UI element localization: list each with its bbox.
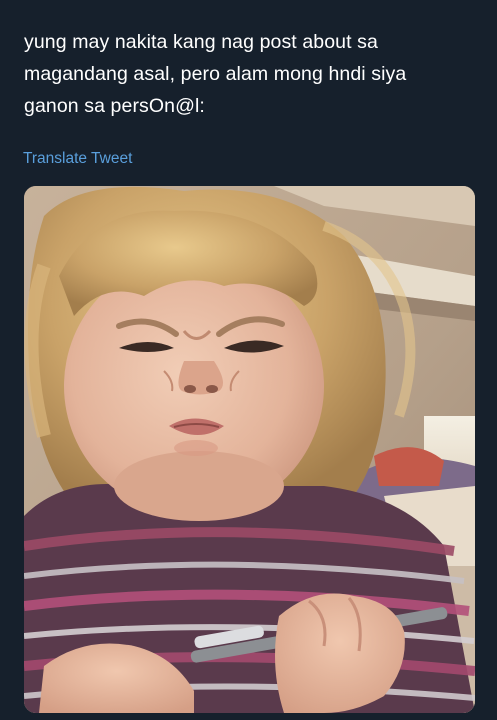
tweet-media-image[interactable]	[24, 186, 475, 713]
tweet-container: yung may nakita kang nag post about sa m…	[0, 0, 497, 720]
tweet-text: yung may nakita kang nag post about sa m…	[24, 26, 476, 122]
tweet-text-line: ganon sa persOn@l:	[24, 95, 205, 117]
translate-tweet-link[interactable]: Translate Tweet	[23, 148, 132, 170]
child-photo-illustration	[24, 186, 475, 713]
tweet-text-line: magandang asal, pero alam mong hndi siya	[24, 63, 407, 85]
tweet-text-line: yung may nakita kang nag post about sa	[24, 31, 378, 53]
